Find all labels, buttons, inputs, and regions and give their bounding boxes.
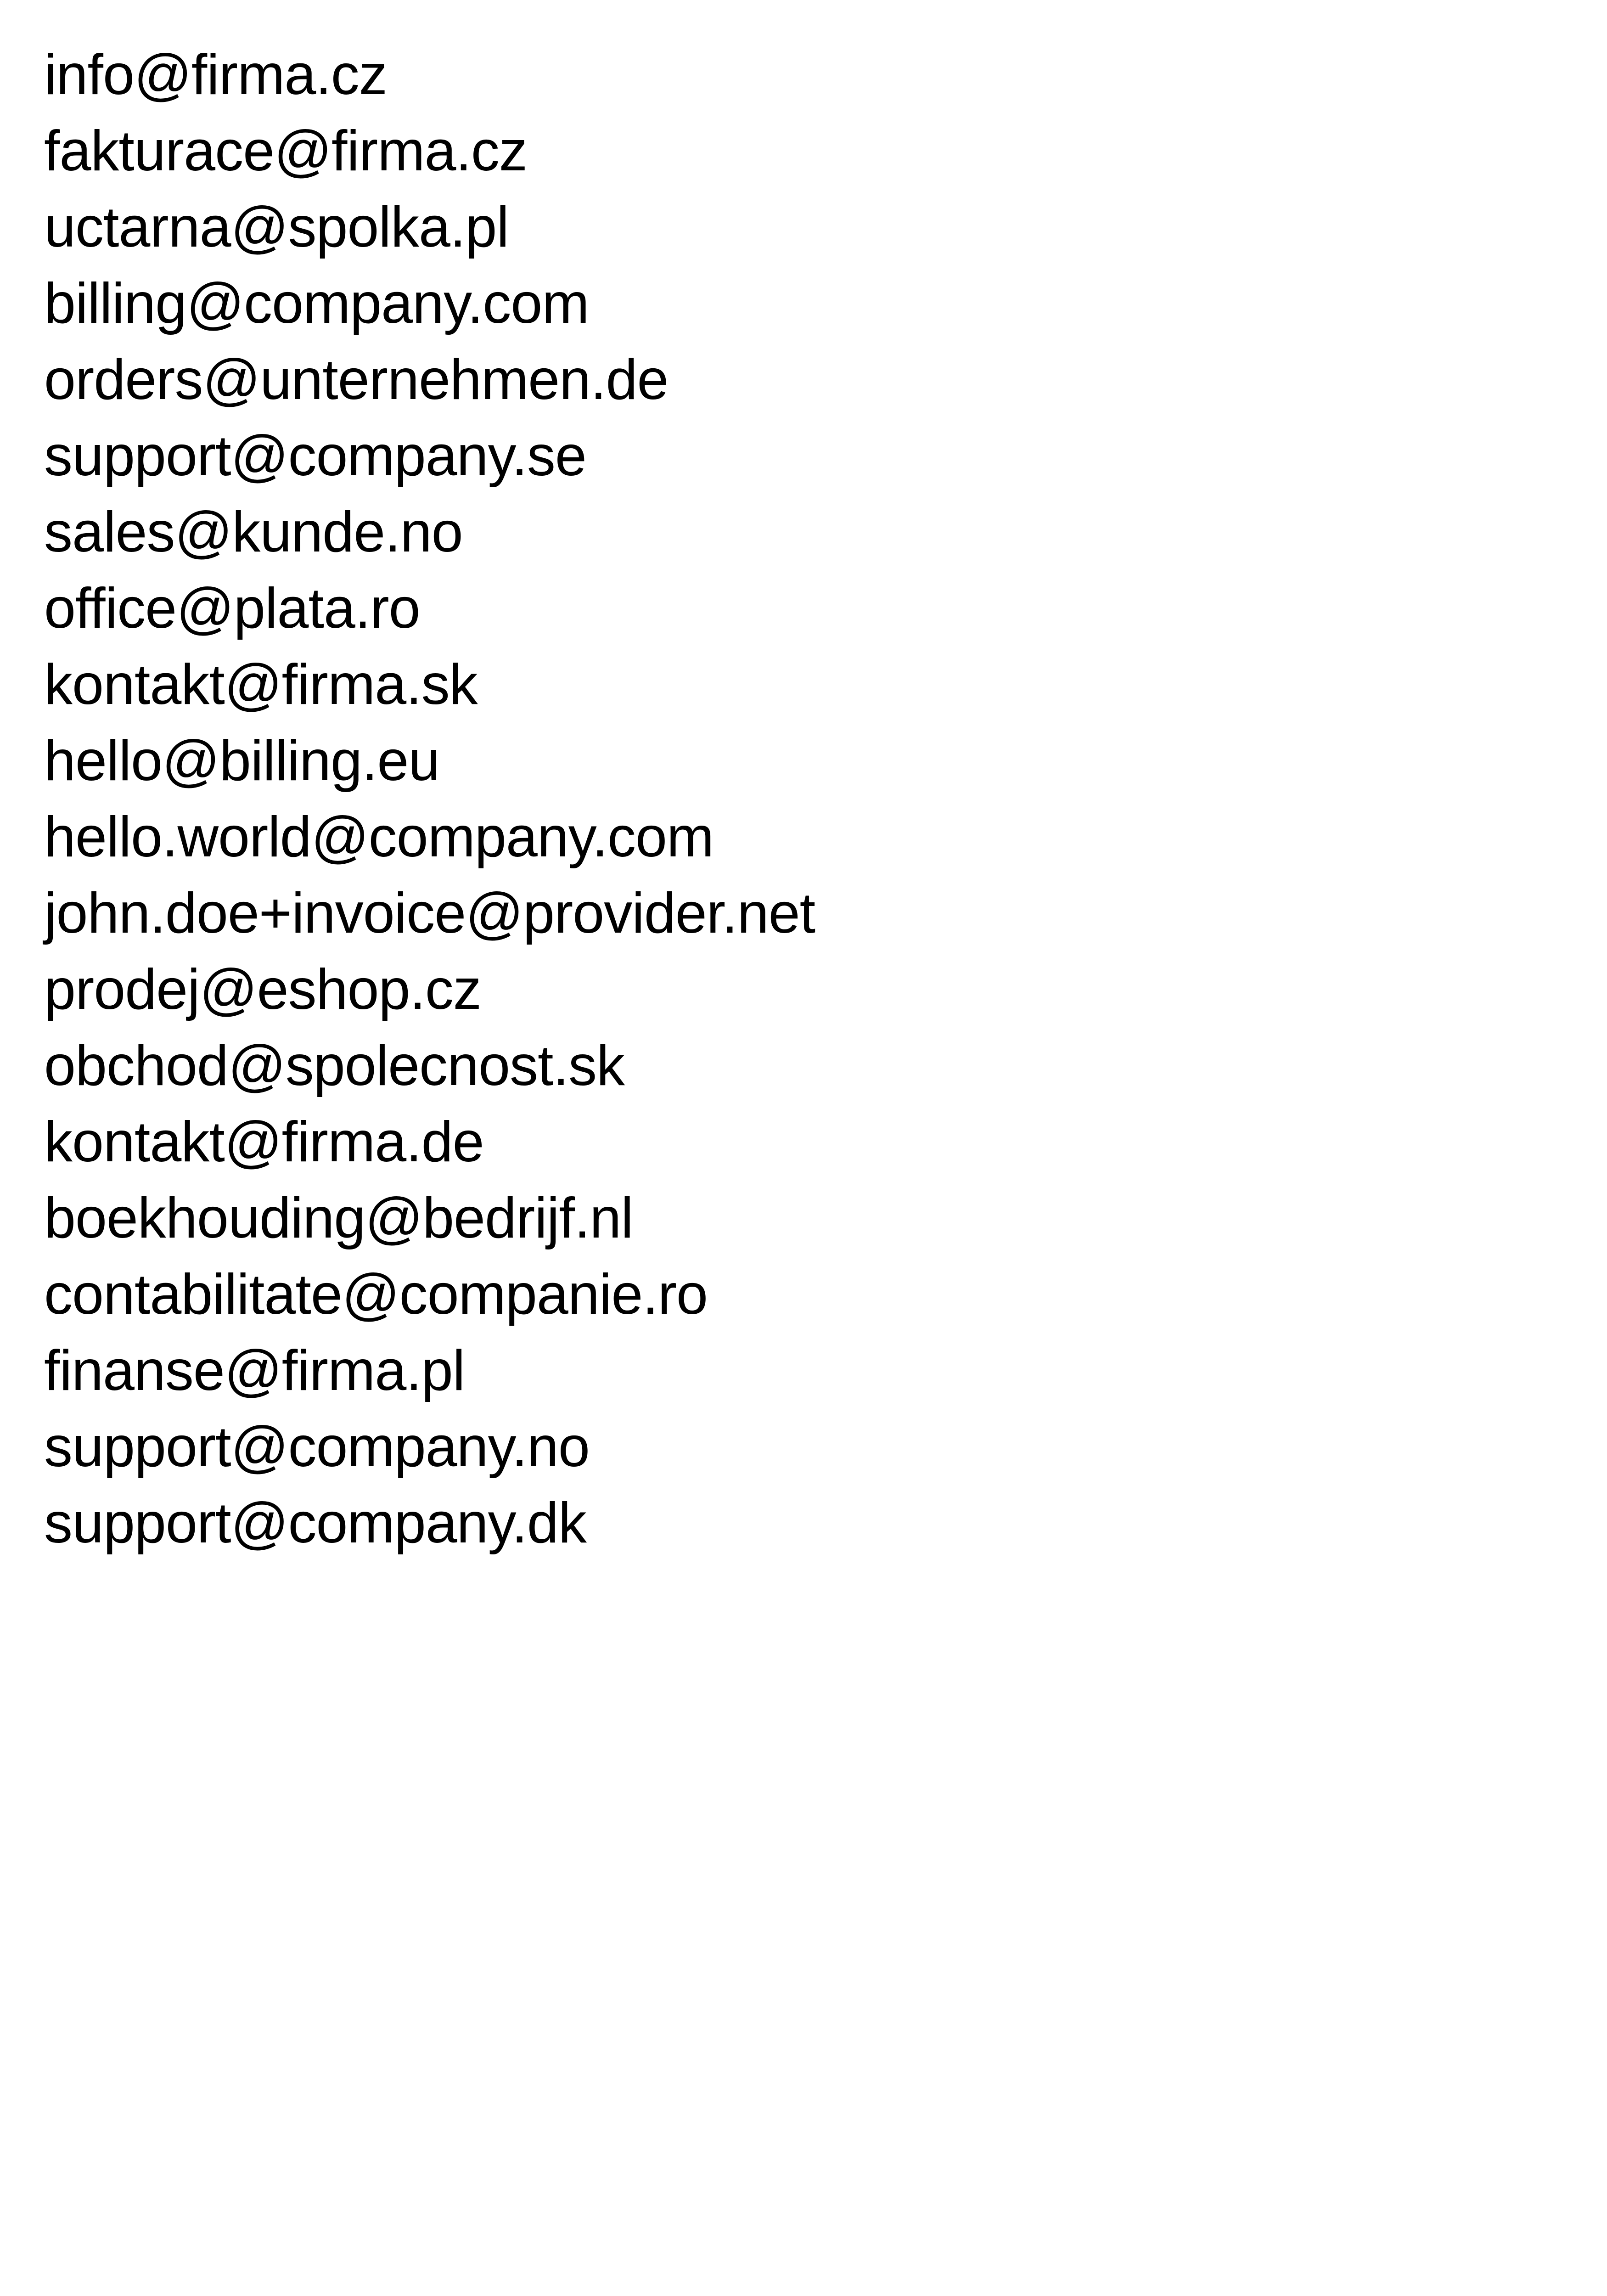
email-item: office@plata.ro [44, 577, 421, 640]
email-item: john.doe+invoice@provider.net [44, 882, 815, 945]
email-item: finanse@firma.pl [44, 1339, 465, 1402]
email-item: hello.world@company.com [44, 805, 714, 869]
email-item: hello@billing.eu [44, 729, 440, 793]
email-item: sales@kunde.no [44, 501, 463, 564]
email-item: support@company.dk [44, 1491, 587, 1555]
email-item: orders@unternehmen.de [44, 348, 669, 411]
email-item: support@company.se [44, 424, 587, 488]
email-item: boekhouding@bedrijf.nl [44, 1187, 634, 1250]
email-item: obchod@spolecnost.sk [44, 1034, 625, 1097]
email-item: billing@company.com [44, 272, 590, 335]
email-item: info@firma.cz [44, 43, 388, 107]
email-list: info@firma.cz fakturace@firma.cz uctarna… [44, 37, 815, 1561]
email-item: uctarna@spolka.pl [44, 196, 509, 259]
email-item: prodej@eshop.cz [44, 958, 482, 1021]
email-item: kontakt@firma.de [44, 1110, 484, 1174]
email-item: support@company.no [44, 1415, 590, 1479]
email-item: contabilitate@companie.ro [44, 1263, 708, 1326]
email-item: fakturace@firma.cz [44, 119, 528, 183]
email-item: kontakt@firma.sk [44, 653, 478, 716]
document-page: info@firma.cz fakturace@firma.cz uctarna… [0, 0, 1607, 2296]
